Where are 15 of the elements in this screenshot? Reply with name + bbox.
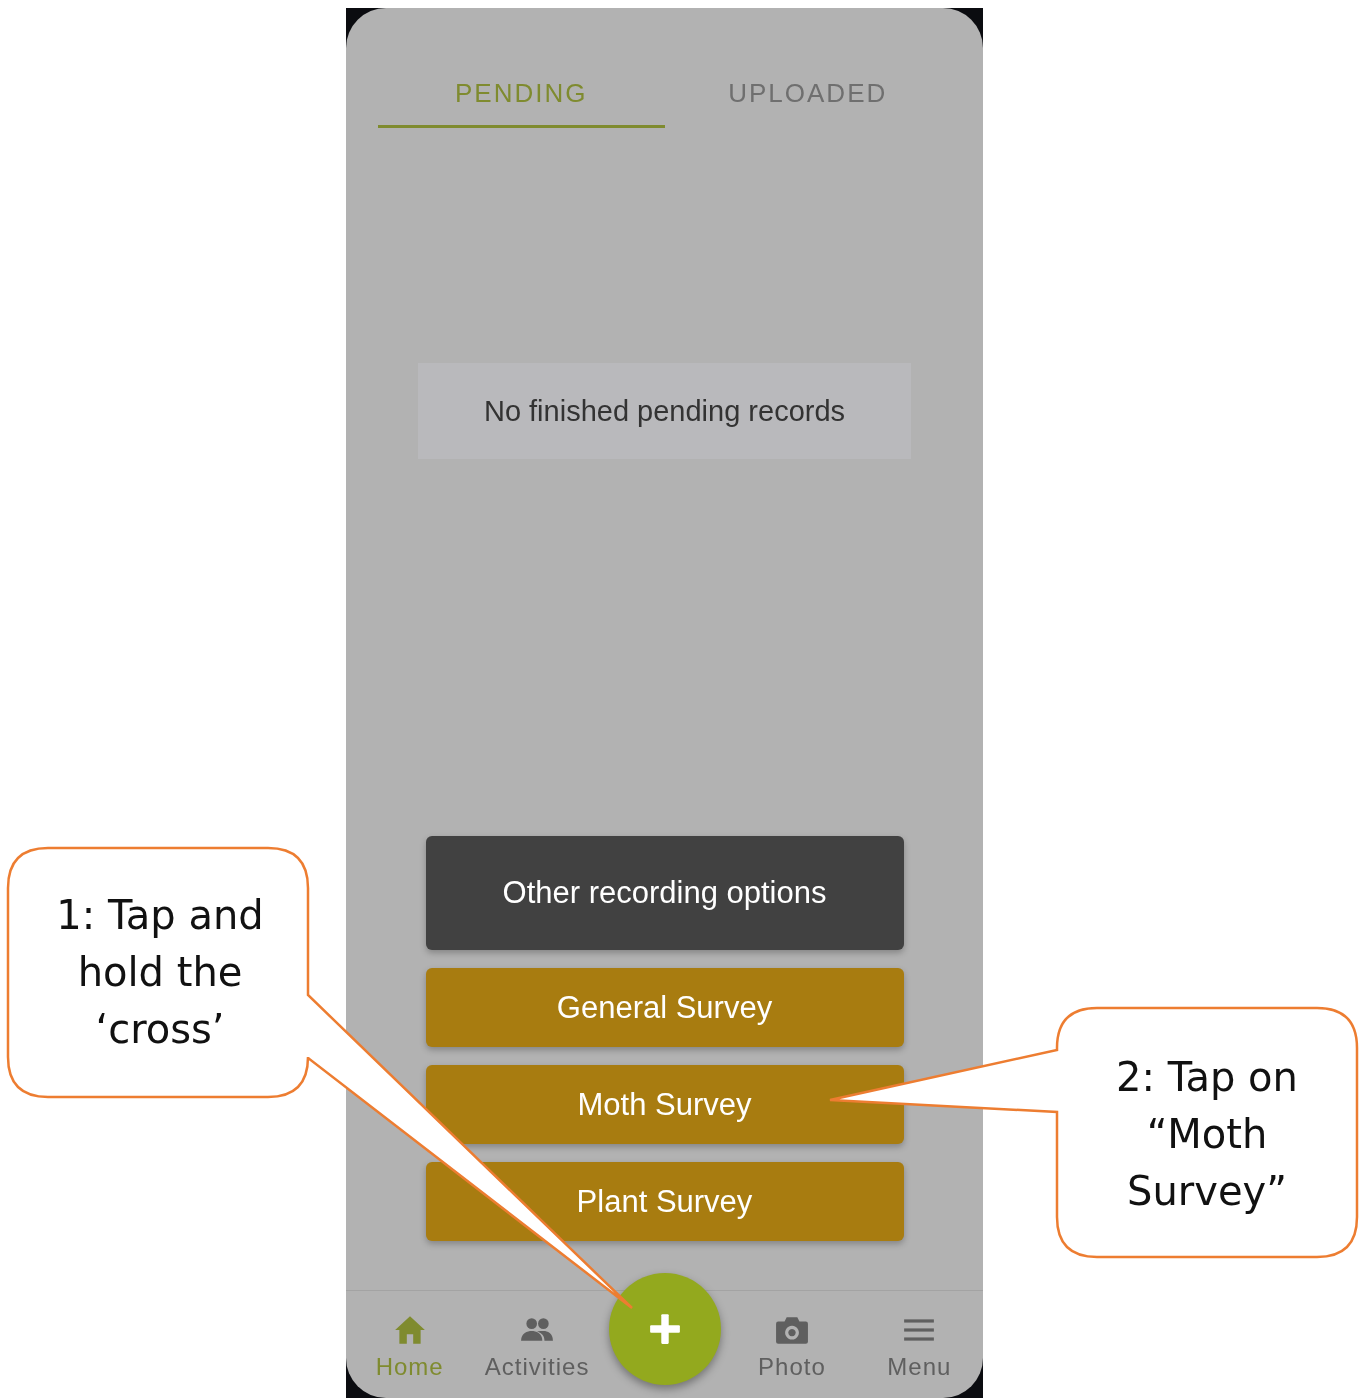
tab[interactable]: UPLOADED [664, 50, 951, 128]
survey-button[interactable]: General Survey [425, 968, 904, 1047]
nav-item[interactable]: Menu [887, 1291, 952, 1398]
callout-text: 2: Tap on “Moth Survey” [1115, 1053, 1299, 1216]
other-options-button[interactable]: Other recording options [425, 836, 904, 950]
nav-item[interactable]: Activities [484, 1291, 590, 1398]
empty-message: No finished pending records [418, 363, 911, 459]
callout-text: 1: Tap and hold the ‘cross’ [55, 891, 265, 1054]
tab[interactable]: PENDING [378, 50, 665, 128]
survey-button[interactable]: Moth Survey [425, 1065, 904, 1144]
plus-icon [647, 1312, 682, 1346]
survey-button[interactable]: Plant Survey [425, 1162, 904, 1241]
nav-item[interactable]: Photo [758, 1291, 826, 1398]
nav-item[interactable]: Home [375, 1291, 444, 1398]
add-record-button[interactable] [608, 1273, 721, 1385]
